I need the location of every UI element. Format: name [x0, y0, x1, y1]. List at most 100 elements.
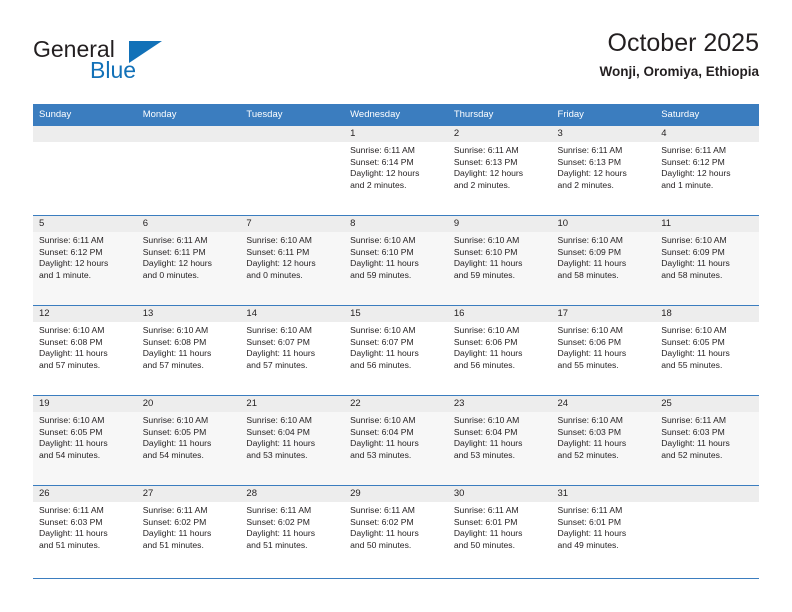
sunrise-text: Sunrise: 6:11 AM: [142, 505, 208, 515]
calendar-day[interactable]: 31 Sunrise: 6:11 AM Sunset: 6:01 PM Dayligh…: [551, 485, 656, 575]
daylight-text-line1: Daylight: 11 hours: [453, 528, 523, 538]
daylight-text-line2: and 2 minutes.: [453, 179, 511, 190]
daylight-text-line2: and 53 minutes.: [453, 449, 515, 460]
day-details: Sunrise: 6:10 AM Sunset: 6:07 PM Daylight:…: [344, 322, 448, 371]
calendar-day[interactable]: 6 Sunrise: 6:11 AM Sunset: 6:11 PM Daylight…: [136, 215, 241, 305]
day-details: Sunrise: 6:10 AM Sunset: 6:09 PM Daylight:…: [655, 232, 759, 281]
daylight-text-line2: and 53 minutes.: [350, 449, 412, 460]
calendar-cell: 28 Sunrise: 6:11 AM Sunset: 6:02 PM Dayligh…: [240, 485, 345, 575]
calendar-week-row: 19 Sunrise: 6:10 AM Sunset: 6:05 PM Dayligh…: [33, 395, 759, 485]
day-number: 14: [240, 306, 345, 322]
calendar-day[interactable]: 30 Sunrise: 6:11 AM Sunset: 6:01 PM Dayligh…: [447, 485, 552, 575]
page-header: General Blue October 2025 Wonji, Oromiya…: [33, 28, 759, 98]
calendar-day[interactable]: 15 Sunrise: 6:10 AM Sunset: 6:07 PM Dayligh…: [344, 305, 448, 395]
calendar-day[interactable]: 3 Sunrise: 6:11 AM Sunset: 6:13 PM Daylight…: [551, 125, 656, 215]
sunrise-text: Sunrise: 6:10 AM: [39, 415, 105, 425]
calendar-day[interactable]: 22 Sunrise: 6:10 AM Sunset: 6:04 PM Dayligh…: [344, 395, 448, 485]
calendar-cell: 30 Sunrise: 6:11 AM Sunset: 6:01 PM Dayligh…: [447, 485, 552, 575]
calendar-day[interactable]: 17 Sunrise: 6:10 AM Sunset: 6:06 PM Dayligh…: [551, 305, 656, 395]
sunrise-text: Sunrise: 6:11 AM: [39, 505, 104, 515]
calendar-day[interactable]: 9 Sunrise: 6:10 AM Sunset: 6:10 PM Daylight…: [447, 215, 552, 305]
day-details: Sunrise: 6:10 AM Sunset: 6:04 PM Daylight:…: [240, 412, 344, 461]
day-details: Sunrise: 6:11 AM Sunset: 6:14 PM Daylight:…: [344, 142, 448, 191]
daylight-text-line2: and 57 minutes.: [246, 359, 308, 370]
daylight-text-line2: and 51 minutes.: [246, 539, 308, 550]
sunset-text: Sunset: 6:06 PM: [557, 336, 622, 347]
calendar-day[interactable]: 5 Sunrise: 6:11 AM Sunset: 6:12 PM Daylight…: [33, 215, 137, 305]
general-blue-logo[interactable]: General Blue: [33, 36, 253, 94]
daylight-text-line2: and 56 minutes.: [350, 359, 412, 370]
sunrise-text: Sunrise: 6:10 AM: [661, 235, 727, 245]
daylight-text-line1: Daylight: 11 hours: [246, 348, 316, 358]
day-number: 18: [655, 306, 759, 322]
sunrise-sunset-calendar: Sunday Monday Tuesday Wednesday Thursday…: [33, 104, 759, 575]
sunset-text: Sunset: 6:10 PM: [350, 246, 414, 257]
calendar-day[interactable]: 29 Sunrise: 6:11 AM Sunset: 6:02 PM Dayligh…: [344, 485, 448, 575]
daylight-text-line1: Daylight: 11 hours: [246, 438, 316, 448]
calendar-cell: 13 Sunrise: 6:10 AM Sunset: 6:08 PM Dayligh…: [136, 305, 241, 395]
calendar-cell: 4 Sunrise: 6:11 AM Sunset: 6:12 PM Daylight…: [655, 125, 759, 215]
daylight-text-line1: Daylight: 11 hours: [661, 348, 730, 358]
daylight-text-line1: Daylight: 11 hours: [557, 528, 627, 538]
daylight-text-line1: Daylight: 12 hours: [350, 168, 420, 178]
daylight-text-line2: and 54 minutes.: [142, 449, 204, 460]
day-details: Sunrise: 6:10 AM Sunset: 6:11 PM Daylight:…: [240, 232, 344, 281]
calendar-day[interactable]: 11 Sunrise: 6:10 AM Sunset: 6:09 PM Dayligh…: [655, 215, 759, 305]
calendar-cell: 8 Sunrise: 6:10 AM Sunset: 6:10 PM Daylight…: [344, 215, 448, 305]
calendar-cell: 29 Sunrise: 6:11 AM Sunset: 6:02 PM Dayligh…: [344, 485, 448, 575]
day-details: Sunrise: 6:11 AM Sunset: 6:13 PM Daylight:…: [552, 142, 656, 191]
sunrise-text: Sunrise: 6:11 AM: [453, 505, 519, 515]
calendar-day[interactable]: 21 Sunrise: 6:10 AM Sunset: 6:04 PM Dayligh…: [240, 395, 345, 485]
calendar-cell: 10 Sunrise: 6:10 AM Sunset: 6:09 PM Dayligh…: [551, 215, 656, 305]
calendar-day[interactable]: 27 Sunrise: 6:11 AM Sunset: 6:02 PM Dayligh…: [136, 485, 241, 575]
weekday-header-saturday: Saturday: [655, 104, 759, 125]
sunset-text: Sunset: 6:02 PM: [246, 516, 310, 527]
calendar-day[interactable]: 4 Sunrise: 6:11 AM Sunset: 6:12 PM Daylight…: [655, 125, 759, 215]
calendar-day[interactable]: 24 Sunrise: 6:10 AM Sunset: 6:03 PM Dayligh…: [551, 395, 656, 485]
day-number: 1: [344, 126, 448, 142]
calendar-cell: 25 Sunrise: 6:11 AM Sunset: 6:03 PM Dayligh…: [655, 395, 759, 485]
calendar-day[interactable]: 8 Sunrise: 6:10 AM Sunset: 6:10 PM Daylight…: [344, 215, 448, 305]
day-number: 20: [136, 396, 241, 412]
calendar-day[interactable]: 12 Sunrise: 6:10 AM Sunset: 6:08 PM Dayligh…: [33, 305, 137, 395]
calendar-week-row: 1 Sunrise: 6:11 AM Sunset: 6:14 PM Daylight…: [33, 125, 759, 215]
calendar-cell: 5 Sunrise: 6:11 AM Sunset: 6:12 PM Daylight…: [33, 215, 137, 305]
calendar-day[interactable]: 26 Sunrise: 6:11 AM Sunset: 6:03 PM Dayligh…: [33, 485, 137, 575]
calendar-day[interactable]: 1 Sunrise: 6:11 AM Sunset: 6:14 PM Daylight…: [344, 125, 448, 215]
calendar-day[interactable]: 18 Sunrise: 6:10 AM Sunset: 6:05 PM Dayligh…: [655, 305, 759, 395]
calendar-day[interactable]: 13 Sunrise: 6:10 AM Sunset: 6:08 PM Dayligh…: [136, 305, 241, 395]
daylight-text-line1: Daylight: 11 hours: [453, 438, 523, 448]
day-number: 5: [33, 216, 137, 232]
calendar-cell: 11 Sunrise: 6:10 AM Sunset: 6:09 PM Dayligh…: [655, 215, 759, 305]
calendar-day[interactable]: 20 Sunrise: 6:10 AM Sunset: 6:05 PM Dayligh…: [136, 395, 241, 485]
sunrise-text: Sunrise: 6:10 AM: [453, 415, 520, 425]
daylight-text-line2: and 49 minutes.: [557, 539, 619, 550]
calendar-cell: 24 Sunrise: 6:10 AM Sunset: 6:03 PM Dayligh…: [551, 395, 656, 485]
sunset-text: Sunset: 6:13 PM: [557, 156, 622, 167]
calendar-day[interactable]: 16 Sunrise: 6:10 AM Sunset: 6:06 PM Dayligh…: [447, 305, 552, 395]
day-number: 12: [33, 306, 137, 322]
day-number: 2: [447, 126, 552, 142]
day-number: 25: [655, 396, 759, 412]
sunrise-text: Sunrise: 6:10 AM: [557, 235, 623, 245]
calendar-day[interactable]: 7 Sunrise: 6:10 AM Sunset: 6:11 PM Daylight…: [240, 215, 345, 305]
calendar-day[interactable]: 10 Sunrise: 6:10 AM Sunset: 6:09 PM Dayligh…: [551, 215, 656, 305]
calendar-day-empty: [33, 125, 137, 215]
calendar-day[interactable]: 28 Sunrise: 6:11 AM Sunset: 6:02 PM Dayligh…: [240, 485, 345, 575]
daylight-text-line1: Daylight: 11 hours: [453, 348, 523, 358]
calendar-cell: 23 Sunrise: 6:10 AM Sunset: 6:04 PM Dayligh…: [447, 395, 552, 485]
calendar-day[interactable]: 25 Sunrise: 6:11 AM Sunset: 6:03 PM Dayligh…: [655, 395, 759, 485]
calendar-cell: 14 Sunrise: 6:10 AM Sunset: 6:07 PM Dayligh…: [240, 305, 345, 395]
calendar-day[interactable]: 19 Sunrise: 6:10 AM Sunset: 6:05 PM Dayligh…: [33, 395, 137, 485]
calendar-cell: 20 Sunrise: 6:10 AM Sunset: 6:05 PM Dayligh…: [136, 395, 241, 485]
sunrise-text: Sunrise: 6:10 AM: [350, 415, 416, 425]
day-details: Sunrise: 6:10 AM Sunset: 6:08 PM Daylight:…: [33, 322, 137, 371]
sunrise-text: Sunrise: 6:10 AM: [557, 325, 623, 335]
daylight-text-line1: Daylight: 11 hours: [39, 348, 108, 358]
calendar-day[interactable]: 2 Sunrise: 6:11 AM Sunset: 6:13 PM Daylight…: [447, 125, 552, 215]
calendar-day[interactable]: 23 Sunrise: 6:10 AM Sunset: 6:04 PM Dayligh…: [447, 395, 552, 485]
calendar-day[interactable]: 14 Sunrise: 6:10 AM Sunset: 6:07 PM Dayligh…: [240, 305, 345, 395]
calendar-day-empty: [240, 125, 345, 215]
calendar-cell: [655, 485, 759, 575]
day-number: 13: [136, 306, 241, 322]
